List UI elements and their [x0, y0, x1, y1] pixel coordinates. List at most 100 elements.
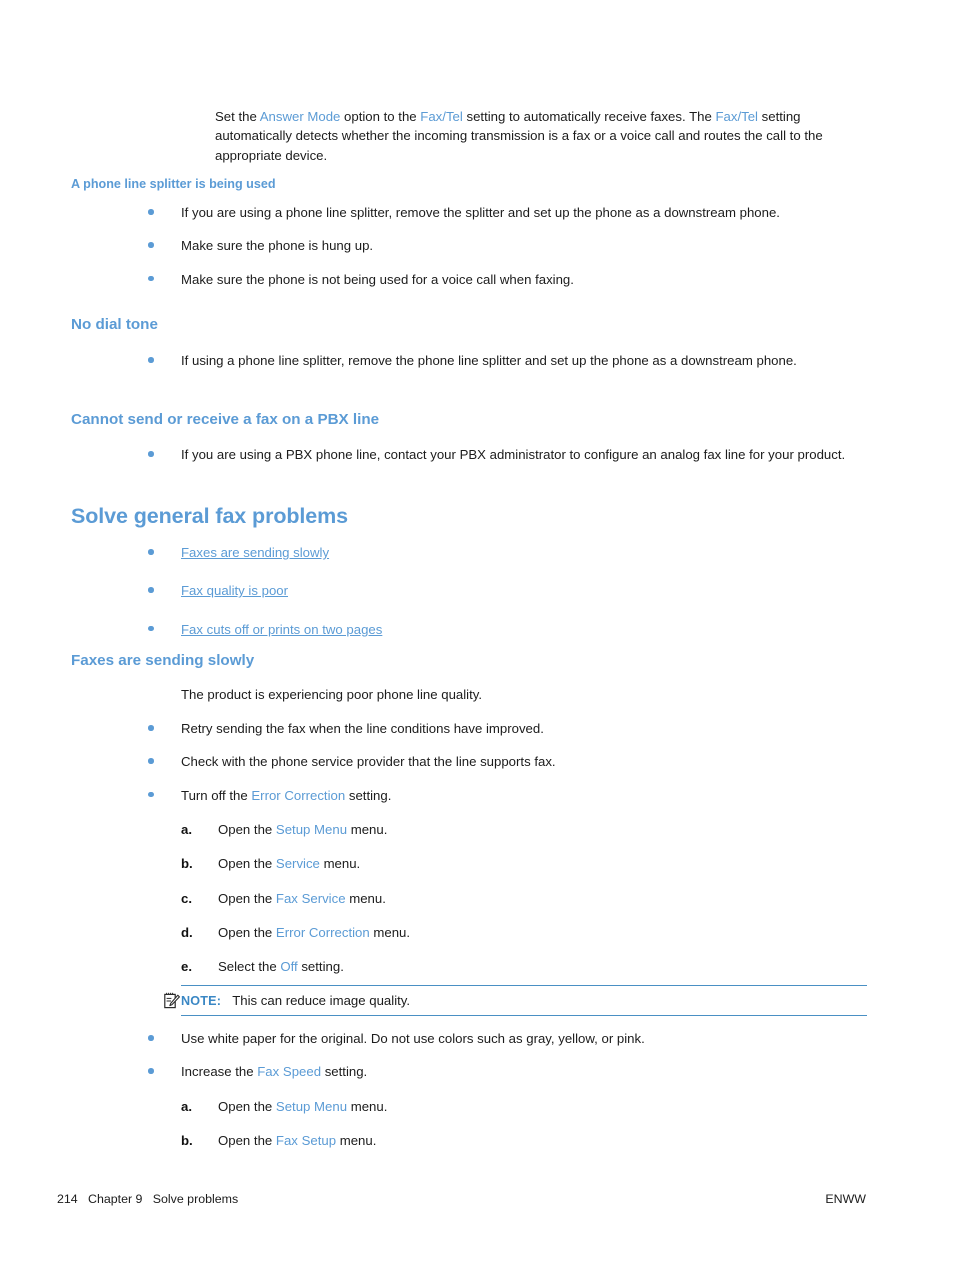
bullet-text: If using a phone line splitter, remove t… [181, 353, 797, 368]
bullet-dot-icon [148, 725, 154, 731]
text-run: Open the [218, 1133, 276, 1149]
text-run: Open the [218, 822, 276, 837]
bullet-list-item: Make sure the phone is hung up. [0, 236, 954, 255]
bullet-list-item: Make sure the phone is not being used fo… [0, 270, 954, 289]
ordered-list-text: Open the Service menu. [218, 856, 360, 871]
ordered-list-text: Open the Fax Service menu. [218, 891, 386, 906]
bullet-list-item: If you are using a phone line splitter, … [0, 203, 954, 222]
error-correction-step-list: a. Open the Setup Menu menu. b. Open the Se… [0, 820, 954, 976]
ordered-list-marker: b. [181, 856, 193, 872]
bullet-dot-icon [148, 451, 154, 457]
heading-pbx-line: Cannot send or receive a fax on a PBX li… [71, 411, 380, 428]
bullet-list-item: If you are using a PBX phone line, conta… [0, 445, 954, 464]
text-run: menu. [347, 1099, 388, 1114]
text-run: menu. [336, 1133, 377, 1149]
bullet-dot-icon [148, 549, 154, 555]
no-dial-tone-bullet-list: If using a phone line splitter, remove t… [0, 351, 954, 370]
bullet-text: Increase the Fax Speed setting. [181, 1064, 367, 1079]
toc-link[interactable]: Fax cuts off or prints on two pages [181, 622, 382, 637]
bullet-text: If you are using a phone line splitter, … [181, 205, 780, 220]
toc-link[interactable]: Fax quality is poor [181, 583, 288, 598]
bullet-text: Turn off the Error Correction setting. [181, 788, 391, 803]
bullet-dot-icon [148, 1035, 154, 1041]
text-run: Select the [218, 959, 281, 975]
note-admonition: NOTE: This can reduce image quality. [164, 985, 867, 1016]
text-run: Use white paper for the original. Do not… [181, 1031, 645, 1046]
text-run: Check with the phone service provider th… [181, 754, 556, 770]
ui-term-highlight: Fax Setup [275, 1133, 337, 1149]
ordered-list-item: a. Open the Setup Menu menu. [0, 820, 954, 839]
note-text: This can reduce image quality. [232, 993, 411, 1008]
text-run: Retry sending the fax when the line cond… [181, 721, 544, 736]
intro-paragraph: Set the Answer Mode option to the Fax/Te… [215, 107, 867, 165]
bullet-text: Use white paper for the original. Do not… [181, 1031, 645, 1046]
ui-term-highlight: Error Correction [275, 924, 370, 940]
text-run: setting. [321, 1064, 368, 1080]
text-run: Open the [218, 856, 276, 872]
bullet-dot-icon [148, 209, 154, 215]
splitter-bullet-list: If you are using a phone line splitter, … [0, 203, 954, 289]
ordered-list-text: Open the Setup Menu menu. [218, 1099, 387, 1114]
toc-link[interactable]: Faxes are sending slowly [181, 545, 329, 560]
ui-term-highlight: Off [280, 959, 298, 975]
toc-list-item: Fax cuts off or prints on two pages [0, 620, 954, 639]
ui-term-highlight: Setup Menu [275, 1099, 348, 1114]
bullet-text: If you are using a PBX phone line, conta… [181, 447, 846, 462]
text-run: Set the [215, 109, 260, 125]
ui-term-highlight: Fax Speed [257, 1064, 322, 1080]
ui-term-highlight: Error Correction [251, 787, 346, 803]
heading-phone-line-splitter: A phone line splitter is being used [71, 177, 276, 191]
text-run: Open the [218, 890, 276, 906]
ordered-list-text: Open the Setup Menu menu. [218, 822, 387, 837]
text-run: option to the [340, 109, 421, 125]
toc-list-item: Faxes are sending slowly [0, 543, 954, 562]
text-run: Open the [218, 924, 276, 940]
ordered-list-item: b. Open the Fax Setup menu. [0, 1131, 954, 1150]
footer-chapter-label: 214 Chapter 9 Solve problems [57, 1192, 239, 1206]
note-pencil-icon [164, 992, 180, 1009]
ordered-list-item: b. Open the Service menu. [0, 854, 954, 873]
ui-term-highlight: Service [275, 856, 320, 872]
document-page: Set the Answer Mode option to the Fax/Te… [0, 0, 954, 1270]
ordered-list-item: a. Open the Setup Menu menu. [0, 1097, 954, 1116]
ui-term-highlight: Fax/Tel [715, 109, 758, 125]
ordered-list-text: Open the Error Correction menu. [218, 925, 410, 940]
ordered-list-marker: b. [181, 1133, 193, 1149]
ordered-list-text: Open the Fax Setup menu. [218, 1133, 376, 1148]
pbx-bullet-list: If you are using a PBX phone line, conta… [0, 445, 954, 464]
after-note-bullet-list: Use white paper for the original. Do not… [0, 1029, 954, 1082]
text-run: menu. [319, 856, 361, 872]
toc-list-item: Fax quality is poor [0, 581, 954, 600]
ordered-list-marker: d. [181, 924, 193, 940]
ordered-list-item: c. Open the Fax Service menu. [0, 889, 954, 908]
bullet-list-item: Use white paper for the original. Do not… [0, 1029, 954, 1048]
bullet-text: Make sure the phone is hung up. [181, 238, 374, 254]
bullet-text: Check with the phone service provider th… [181, 754, 556, 769]
ordered-list-item: e. Select the Off setting. [0, 957, 954, 976]
ui-term-highlight: Fax Service [275, 890, 346, 906]
text-run: setting. [345, 787, 392, 803]
page-footer: 214 Chapter 9 Solve problems ENWW [0, 1192, 954, 1212]
ordered-list-text: Select the Off setting. [218, 959, 344, 974]
text-run: menu. [369, 924, 411, 940]
heading-solve-general-fax-problems: Solve general fax problems [71, 504, 349, 528]
text-run: menu. [345, 890, 386, 906]
ordered-list-marker: a. [181, 822, 192, 837]
fax-speed-step-list: a. Open the Setup Menu menu. b. Open the Fa… [0, 1097, 954, 1151]
bullet-list-item: Retry sending the fax when the line cond… [0, 719, 954, 738]
text-run: Open the [218, 1099, 276, 1114]
bullet-dot-icon [148, 1068, 154, 1074]
bullet-text: Retry sending the fax when the line cond… [181, 721, 544, 736]
toc-link-list: Faxes are sending slowly Fax quality is p… [0, 543, 954, 639]
ui-term-highlight: Answer Mode [259, 109, 341, 125]
ordered-list-marker: e. [181, 959, 192, 975]
bullet-dot-icon [148, 758, 154, 764]
ui-term-highlight: Setup Menu [275, 822, 348, 837]
ui-term-highlight: Fax/Tel [420, 109, 463, 125]
bullet-list-item: If using a phone line splitter, remove t… [0, 351, 954, 370]
bullet-dot-icon [148, 587, 154, 593]
footer-locale-label: ENWW [825, 1192, 866, 1206]
bullet-list-item: Turn off the Error Correction setting. [0, 786, 954, 805]
slow-bullet-list: Retry sending the fax when the line cond… [0, 719, 954, 805]
bullet-dot-icon [148, 625, 154, 632]
